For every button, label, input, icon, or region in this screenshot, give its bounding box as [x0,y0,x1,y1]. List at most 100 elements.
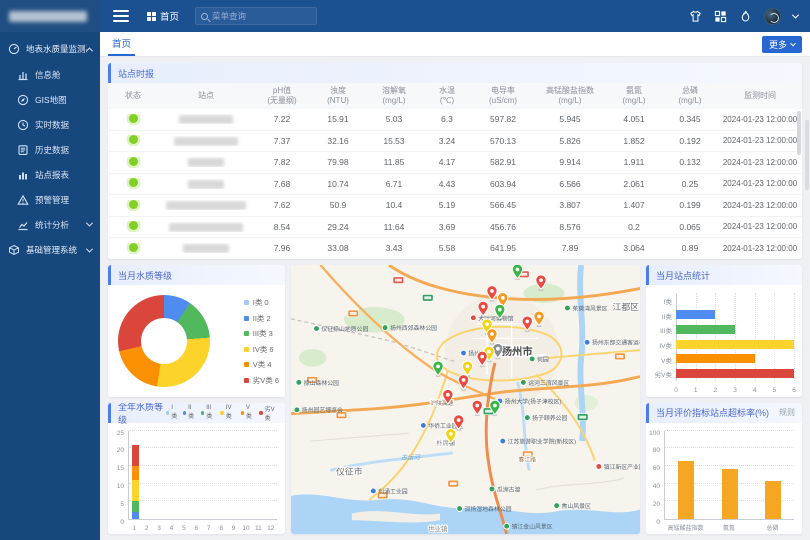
legend-item[interactable]: IV类 6 [244,344,279,355]
poi-blue-marker[interactable] [370,488,376,494]
user-menu-chevron-icon[interactable] [792,11,799,18]
menu-collapse-icon[interactable] [113,7,129,25]
poi-green-marker[interactable] [554,503,560,509]
x-tick: 11 [255,525,262,532]
bar[interactable] [676,310,715,319]
layout-icon[interactable] [714,10,727,23]
legend-item[interactable]: II类 [183,405,196,420]
x-tick: 9 [232,525,236,532]
poi-red-marker[interactable] [470,315,476,321]
value-cell: 566.45 [472,200,534,210]
station-name-redacted [188,180,224,189]
legend-item[interactable]: III类 [201,405,216,420]
flame-icon[interactable] [739,10,752,23]
panel-title: 当月站点统计 [656,269,710,282]
sidebar-item-GIS地图[interactable]: GIS地图 [0,87,100,112]
poi-green-marker[interactable] [382,325,388,331]
theme-shirt-icon[interactable] [689,10,702,23]
table-scrollbar[interactable] [797,111,801,155]
table-row[interactable]: 7.6810.746.714.43603.946.5662.0610.25202… [108,174,802,196]
rules-link[interactable]: 规则 [779,407,795,418]
pin-dot [480,355,484,359]
y-tick: 15 [108,465,124,472]
table-row[interactable]: 8.5429.2411.643.69456.768.5760.20.065202… [108,217,802,239]
road-shield-number [524,453,531,456]
avatar[interactable] [764,8,781,25]
tab-home[interactable]: 首页 [108,32,135,56]
sidebar-system-1[interactable]: 基础管理系统 [0,237,100,263]
x-tick: 1 [132,525,136,532]
value-cell: 603.94 [472,179,534,189]
bar[interactable] [678,461,694,519]
bar[interactable] [676,369,794,378]
sidebar-item-统计分析[interactable]: 统计分析 [0,212,100,237]
legend-item[interactable]: I类 [166,405,178,420]
poi-green-marker[interactable] [489,486,495,492]
poi-green-marker[interactable] [294,407,300,413]
menu-search[interactable] [195,7,317,25]
legend-item[interactable]: V类 [241,405,255,420]
sidebar-item-预警管理[interactable]: 预警管理 [0,187,100,212]
sidebar-system-0[interactable]: 地表水质量监测系统 [0,36,100,62]
sidebar-item-信息舱[interactable]: 信息舱 [0,62,100,87]
bar[interactable] [676,340,794,349]
map-panel[interactable]: 江都区仪征市扬州西郊森林公园仪征捺山地质公园捺山森林公园扬州园艺博览会运河三湾风… [291,265,640,534]
monthly-station-chart[interactable]: 0123456I类II类III类IV类V类劣V类 [646,285,802,397]
legend-item[interactable]: IV类 [220,405,235,420]
station-name-redacted [179,115,233,124]
status-cell [108,157,158,168]
poi-blue-marker[interactable] [584,339,590,345]
stacked-bar[interactable] [132,445,139,519]
poi-green-marker[interactable] [520,379,526,385]
station-cell [158,200,254,210]
table-row[interactable]: 7.9633.083.435.58641.957.893.0640.892024… [108,238,802,259]
poi-red-marker[interactable] [596,464,602,470]
status-dot [129,178,138,187]
poi-blue-marker[interactable] [420,422,426,428]
map-label-district: 江都区 [613,302,640,312]
exceed-rate-chart[interactable]: 020406080100高锰酸盐指数氨氮总磷 [646,423,802,535]
value-cell: 29.24 [310,222,366,232]
poi-green-marker[interactable] [296,379,302,385]
legend-item[interactable]: V类 4 [244,359,279,370]
donut-chart[interactable] [118,295,210,387]
bar[interactable] [676,325,735,334]
logo-redacted [9,11,87,22]
gis-map[interactable]: 江都区仪征市扬州西郊森林公园仪征捺山地质公园捺山森林公园扬州园艺博览会运河三湾风… [291,265,640,534]
annual-grade-chart[interactable]: 0510152025123456789101112 [108,423,285,535]
poi-green-marker[interactable] [565,305,571,311]
table-row[interactable]: 7.8279.9811.854.17582.919.9141.9110.1322… [108,152,802,174]
bar[interactable] [765,481,781,519]
status-dot [129,135,138,144]
poi-green-marker[interactable] [457,506,463,512]
value-cell: 597.82 [472,114,534,124]
legend-item[interactable]: 劣V类 [259,404,278,422]
poi-green-marker[interactable] [314,326,320,332]
page-scrollbar[interactable] [805,120,809,190]
poi-green-marker[interactable] [504,523,510,529]
table-row[interactable]: 7.6250.910.45.19566.453.8071.4070.199202… [108,195,802,217]
search-input[interactable] [212,11,311,21]
sidebar: 地表水质量监测系统信息舱GIS地图实时数据历史数据站点报表预警管理统计分析基础管… [0,0,100,540]
gauge-icon [8,43,20,55]
value-cell: 4.17 [422,157,472,167]
legend-item[interactable]: III类 3 [244,328,279,339]
bar[interactable] [676,354,755,363]
legend-item[interactable]: 劣V类 6 [244,375,279,386]
legend-item[interactable]: II类 2 [244,313,279,324]
bar[interactable] [722,469,738,519]
x-tick: 2 [145,525,149,532]
table-row[interactable]: 7.2215.915.036.3597.825.9454.0510.345202… [108,109,802,131]
tab-bar: 首页 更多 [100,32,810,57]
annual-legend: I类 II类 III类 IV类 V类劣V类 [166,404,278,422]
breadcrumb[interactable]: 首页 [147,9,179,23]
sidebar-item-实时数据[interactable]: 实时数据 [0,112,100,137]
more-button[interactable]: 更多 [762,36,802,53]
sidebar-item-站点报表[interactable]: 站点报表 [0,162,100,187]
table-row[interactable]: 7.3732.1615.533.24570.135.8261.8520.1922… [108,131,802,153]
poi-blue-marker[interactable] [461,350,467,356]
sidebar-item-历史数据[interactable]: 历史数据 [0,137,100,162]
poi-blue-marker[interactable] [500,438,506,444]
poi-green-marker[interactable] [524,415,530,421]
legend-item[interactable]: I类 0 [244,297,279,308]
